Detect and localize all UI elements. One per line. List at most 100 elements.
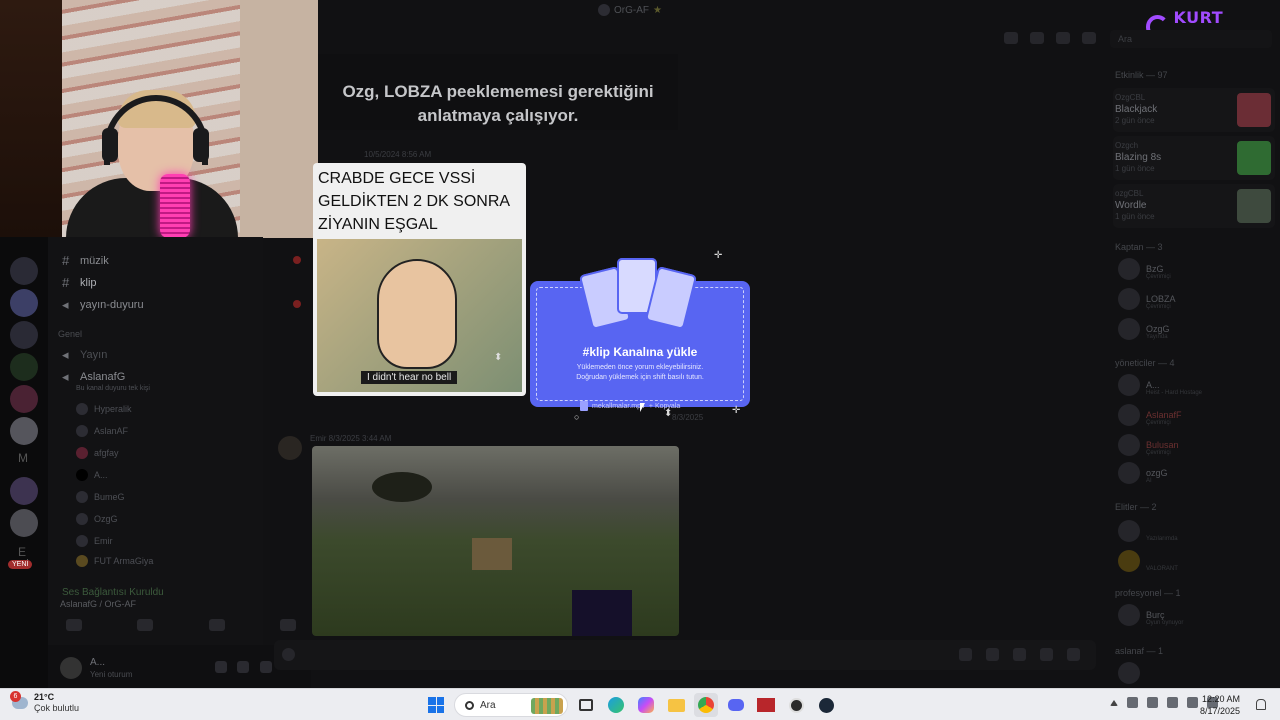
voice-user-name: A...	[94, 470, 108, 480]
server-letter-m[interactable]: M	[18, 451, 28, 465]
block	[472, 538, 512, 570]
server-icon-2[interactable]	[10, 289, 38, 317]
deafen-icon[interactable]	[237, 661, 249, 673]
file-explorer-button[interactable]	[664, 693, 688, 717]
channel-label: yayın-duyuru	[80, 299, 144, 311]
category-genel[interactable]: Genel	[58, 329, 82, 339]
settings-icon[interactable]	[260, 661, 272, 673]
pin-icon[interactable]	[1056, 32, 1070, 44]
threads-icon[interactable]	[1004, 32, 1018, 44]
screen-share-icon[interactable]	[137, 619, 154, 631]
add-attachment-icon[interactable]	[282, 648, 295, 661]
server-icon-4[interactable]	[10, 353, 38, 381]
voice-user[interactable]: FUT ArmaGiya	[76, 555, 153, 567]
member[interactable]: OzgG Yayında	[1118, 316, 1170, 342]
apps-icon[interactable]	[1067, 648, 1080, 661]
voice-user-name: FUT ArmaGiya	[94, 556, 154, 566]
member[interactable]: Burç Oyun oynuyor	[1118, 602, 1183, 628]
steam-button[interactable]	[814, 693, 838, 717]
voice-user-name: AslanAF	[94, 426, 129, 436]
sticker-icon[interactable]	[1013, 648, 1026, 661]
overlay-app-icon	[757, 698, 775, 712]
member[interactable]: LOBZA Çevrimiçi	[1118, 286, 1176, 312]
notification-icon[interactable]	[1030, 32, 1044, 44]
mute-icon[interactable]	[215, 661, 227, 673]
voice-user[interactable]: A...	[76, 469, 108, 481]
activity-card[interactable]: Ozgch Blazing 8s 1 gün önce	[1113, 136, 1275, 180]
weather-widget[interactable]: 6 21°C Çok bulutlu	[10, 691, 79, 714]
gift-icon[interactable]	[959, 648, 972, 661]
message-composer[interactable]	[274, 640, 1096, 670]
task-view-button[interactable]	[574, 693, 598, 717]
activity-game: Wordle	[1115, 200, 1147, 211]
voice-channel-name[interactable]: AslanafG / OrG-AF	[60, 599, 136, 609]
headset-right-ear	[193, 128, 209, 162]
chevron-up-icon[interactable]	[1110, 699, 1118, 706]
voice-user[interactable]: Emir	[76, 535, 113, 547]
activity-card[interactable]: OzgCBL Blackjack 2 gün önce	[1113, 88, 1275, 132]
video-embed[interactable]: Ozg, LOBZA peeklememesi gerektiğini anla…	[318, 54, 678, 130]
member-name: AslanafF	[1146, 410, 1182, 420]
user-avatar[interactable]	[60, 657, 82, 679]
search-highlight-image	[531, 698, 563, 714]
sparkle-icon: ⬍	[494, 352, 503, 363]
unread-badge	[293, 256, 301, 264]
channel-muzik[interactable]: # müzik	[62, 253, 109, 268]
member[interactable]: VALORANT	[1118, 548, 1178, 574]
cloud-tray-icon[interactable]	[1127, 697, 1138, 708]
search-input[interactable]: Ara	[1110, 30, 1272, 48]
members-icon[interactable]	[1082, 32, 1096, 44]
microphone-icon[interactable]	[1147, 697, 1158, 708]
voice-user[interactable]: BumeG	[76, 491, 125, 503]
voice-user[interactable]: afgfay	[76, 447, 119, 459]
obs-button[interactable]	[784, 693, 808, 717]
chrome-button[interactable]	[694, 693, 718, 717]
avatar	[1118, 550, 1140, 572]
channel-klip[interactable]: # klip	[62, 275, 97, 290]
member[interactable]: AslanafF Çevrimiçi	[1118, 402, 1182, 428]
server-icon-6[interactable]	[10, 417, 38, 445]
upload-dropzone[interactable]: #klip Kanalına yükle Yüklemeden önce yor…	[530, 281, 750, 407]
member[interactable]: ozgG AI	[1118, 460, 1168, 486]
voice-channel-yayin[interactable]: ◂ Yayın	[62, 347, 107, 363]
author-avatar[interactable]	[278, 436, 302, 460]
edge-button[interactable]	[604, 693, 628, 717]
server-icon-8[interactable]	[10, 509, 38, 537]
group-header: aslanaf — 1	[1115, 646, 1164, 656]
soundboard-icon[interactable]	[279, 619, 296, 631]
member[interactable]: Bulusan Çevrimiçi	[1118, 432, 1179, 458]
avatar	[1118, 318, 1140, 340]
display-icon[interactable]	[1167, 697, 1178, 708]
voice-user[interactable]: AslanAF	[76, 425, 128, 437]
discord-button[interactable]	[724, 693, 748, 717]
notification-bell-icon[interactable]	[1256, 699, 1266, 710]
start-button[interactable]	[424, 693, 448, 717]
gif-icon[interactable]	[986, 648, 999, 661]
member[interactable]: BzG Çevrimiçi	[1118, 256, 1171, 282]
voice-user[interactable]: OzgG	[76, 513, 118, 525]
voice-user[interactable]: Hyperalik	[76, 403, 132, 415]
channel-yayin-duyuru[interactable]: ◂ yayın-duyuru	[62, 297, 144, 313]
server-letter-e[interactable]: E	[18, 545, 26, 559]
hash-icon: #	[62, 275, 70, 290]
copilot-button[interactable]	[634, 693, 658, 717]
windows-taskbar: 6 21°C Çok bulutlu Ara 12:20 AM 8/17/202…	[0, 688, 1280, 720]
avatar	[76, 535, 88, 547]
overlay-app-button[interactable]	[754, 693, 778, 717]
server-icon-7[interactable]	[10, 477, 38, 505]
member[interactable]	[1118, 660, 1140, 686]
server-icon-3[interactable]	[10, 321, 38, 349]
gameplay-video[interactable]	[312, 446, 679, 636]
server-icon-1[interactable]	[10, 257, 38, 285]
voice-channel-aslanafg[interactable]: ◂ AslanafG	[62, 369, 125, 385]
activity-icon[interactable]	[208, 619, 225, 631]
member[interactable]: A... Heist - Hard Hostage	[1118, 372, 1202, 398]
emoji-icon[interactable]	[1040, 648, 1053, 661]
avatar	[1118, 288, 1140, 310]
clock[interactable]: 12:20 AM 8/17/2025	[1196, 693, 1240, 717]
member[interactable]: Yazılarımda	[1118, 518, 1178, 544]
server-icon-5[interactable]	[10, 385, 38, 413]
activity-card[interactable]: ozgCBL Wordle 1 gün önce	[1113, 184, 1275, 228]
taskbar-search[interactable]: Ara	[454, 693, 568, 717]
noise-suppression-icon[interactable]	[66, 619, 82, 631]
